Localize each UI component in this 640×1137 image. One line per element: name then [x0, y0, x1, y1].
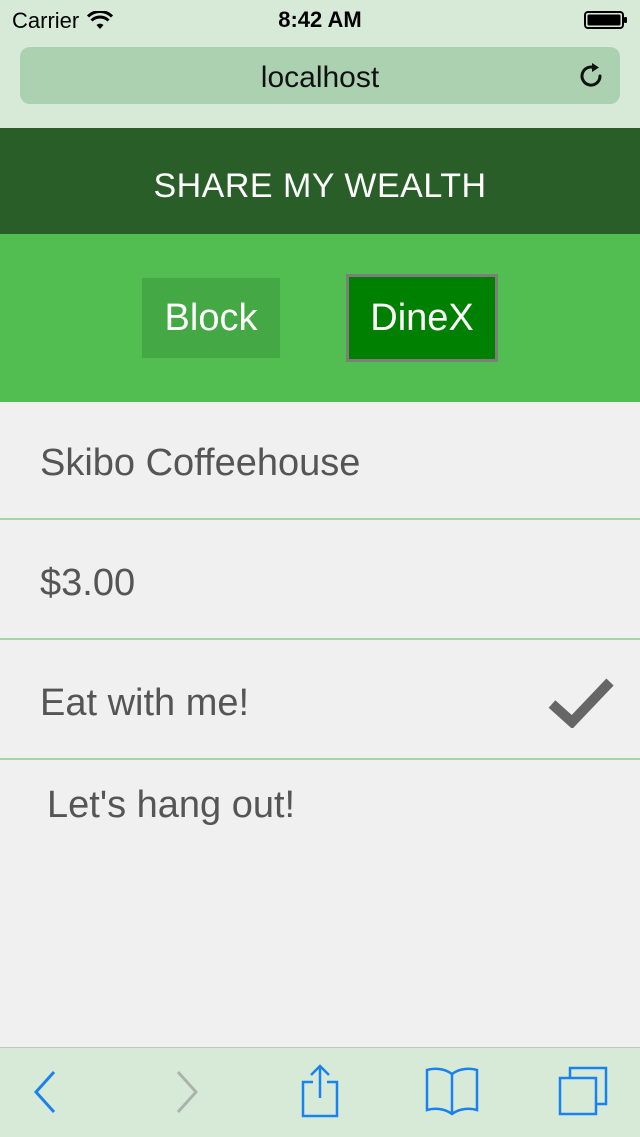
- app-header: SHARE MY WEALTH: [0, 128, 640, 234]
- url-text: localhost: [260, 61, 380, 94]
- location-text: Skibo Coffeehouse: [40, 442, 361, 484]
- block-button[interactable]: Block: [142, 278, 280, 358]
- page-title: SHARE MY WEALTH: [153, 167, 487, 205]
- eat-with-me-row[interactable]: Eat with me!: [0, 642, 640, 760]
- checkmark-icon[interactable]: [548, 676, 614, 728]
- amount-field[interactable]: $3.00: [0, 522, 640, 640]
- browser-address-area: localhost: [0, 40, 640, 128]
- battery-icon: [584, 11, 627, 29]
- bookmarks-icon[interactable]: [424, 1066, 480, 1118]
- status-time: 8:42 AM: [278, 7, 362, 32]
- amount-text: $3.00: [40, 562, 136, 604]
- share-icon[interactable]: [299, 1062, 341, 1118]
- browser-toolbar: [0, 1047, 640, 1137]
- back-icon[interactable]: [30, 1068, 60, 1116]
- forward-icon[interactable]: [172, 1068, 202, 1116]
- address-bar[interactable]: localhost: [20, 47, 620, 104]
- reload-icon[interactable]: [576, 61, 606, 91]
- status-bar: Carrier 8:42 AM: [0, 0, 640, 40]
- eat-with-me-label: Eat with me!: [40, 682, 250, 724]
- tabs-icon[interactable]: [556, 1066, 610, 1118]
- message-text[interactable]: Let's hang out!: [47, 784, 295, 827]
- dinex-button[interactable]: DineX: [346, 274, 498, 362]
- payment-type-toggle: Block DineX: [0, 234, 640, 402]
- location-field[interactable]: Skibo Coffeehouse: [0, 402, 640, 520]
